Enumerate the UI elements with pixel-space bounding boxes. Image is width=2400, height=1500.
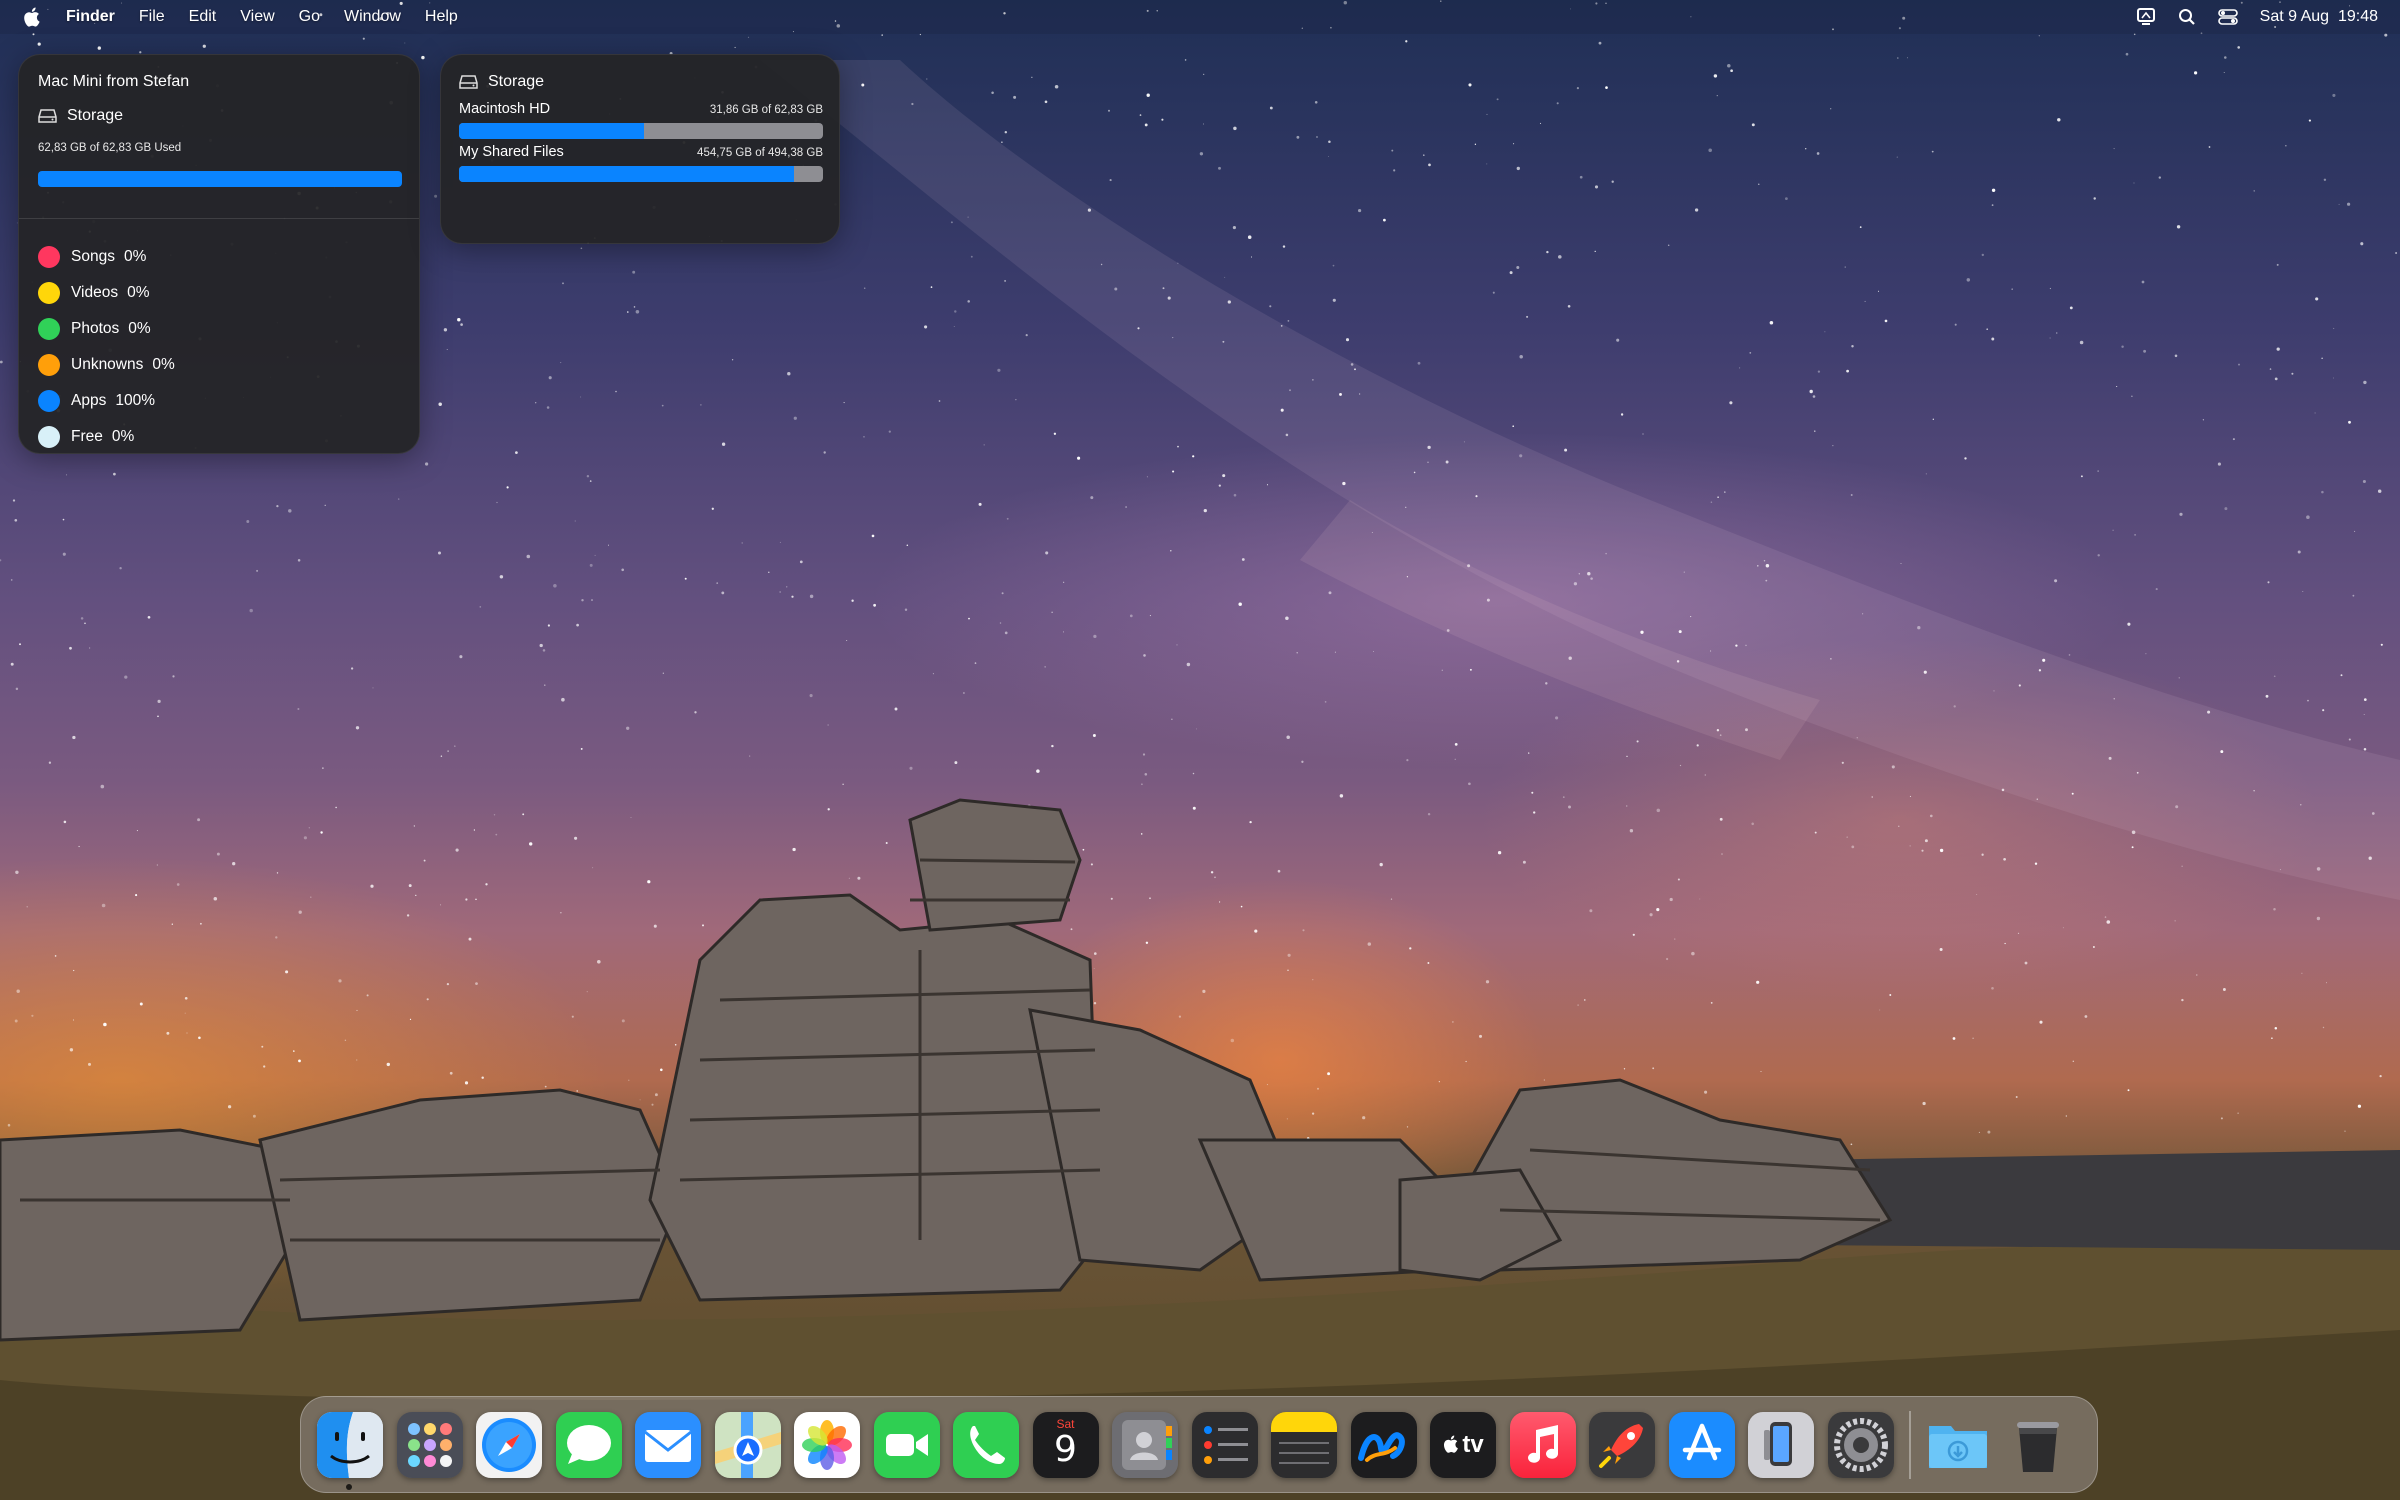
volume-amount: 454,75 GB of 494,38 GB <box>697 147 823 159</box>
menu-help[interactable]: Help <box>425 8 458 26</box>
legend-dot <box>38 390 60 412</box>
dock-tv-icon[interactable]: tv <box>1430 1411 1496 1478</box>
menubar-date[interactable]: Sat 9 Aug 19:48 <box>2260 8 2378 26</box>
dock-separator <box>1909 1410 1911 1479</box>
dock-facetime-icon[interactable] <box>873 1411 940 1478</box>
app-menu-finder[interactable]: Finder <box>66 8 115 26</box>
menu-go[interactable]: Go <box>299 8 320 26</box>
dock-downloads-folder-icon[interactable] <box>1925 1412 1991 1478</box>
drive-icon <box>459 75 478 89</box>
search-icon[interactable] <box>2178 8 2196 26</box>
dock-mail-icon[interactable] <box>635 1411 701 1478</box>
legend-item-apps: Apps 100% <box>38 383 175 419</box>
calendar-date: 9 <box>1054 1428 1077 1470</box>
dock-iphone-mirroring-icon[interactable] <box>1748 1411 1814 1478</box>
menu-window[interactable]: Window <box>344 8 401 26</box>
tv-label: tv <box>1462 1430 1484 1458</box>
dock-system-settings-icon[interactable] <box>1827 1411 1894 1478</box>
volume-amount: 31,86 GB of 62,83 GB <box>709 104 823 116</box>
dock-finder-icon[interactable] <box>317 1411 383 1478</box>
legend-dot <box>38 246 60 268</box>
legend-dot <box>38 354 60 376</box>
legend-value: 100% <box>115 392 155 409</box>
legend-value: 0% <box>152 356 175 373</box>
device-name: Mac Mini from Stefan <box>38 73 190 90</box>
volume-name: Macintosh HD <box>459 101 551 117</box>
legend-dot <box>38 282 60 304</box>
apple-icon <box>1444 1435 1459 1453</box>
dock-phone-icon[interactable] <box>953 1411 1019 1478</box>
control-center-icon[interactable] <box>2217 8 2238 26</box>
legend-value: 0% <box>128 320 151 337</box>
used-text: 62,83 GB of 62,83 GB Used <box>38 142 182 154</box>
menu-bar: Finder File Edit View Go Window Help Sat… <box>0 0 2400 34</box>
legend-label: Unknowns <box>71 356 144 373</box>
legend-item-videos: Videos 0% <box>38 275 175 311</box>
legend-label: Apps <box>71 392 107 409</box>
finder-running-indicator <box>346 1484 352 1490</box>
legend-dot <box>38 318 60 340</box>
dock-rocket-icon[interactable] <box>1589 1411 1655 1478</box>
legend-value: 0% <box>111 428 135 445</box>
storage-widget-volumes[interactable]: Storage Macintosh HD 31,86 GB of 62,83 G… <box>440 54 840 244</box>
legend-label: Videos <box>71 284 119 301</box>
legend-value: 0% <box>123 248 147 265</box>
legend-item-photos: Photos 0% <box>38 311 175 347</box>
dock-calendar-icon[interactable]: Sat 9 <box>1032 1411 1099 1478</box>
dock-photos-icon[interactable] <box>794 1411 860 1478</box>
display-icon[interactable] <box>2136 8 2156 26</box>
dock-launchpad-icon[interactable] <box>396 1411 463 1478</box>
dock-reminders-icon[interactable] <box>1191 1411 1258 1478</box>
menu-edit[interactable]: Edit <box>189 8 217 26</box>
dock-freeform-icon[interactable] <box>1350 1411 1417 1478</box>
storage-legend: Songs 0% Videos 0% Photos 0% Unknowns 0%… <box>38 239 175 455</box>
legend-dot <box>38 426 60 448</box>
volume-name: My Shared Files <box>459 144 564 160</box>
legend-item-unknowns: Unknowns 0% <box>38 347 175 383</box>
volume-macintosh-hd: Macintosh HD 31,86 GB of 62,83 GB <box>459 101 823 139</box>
drive-icon <box>38 109 57 123</box>
dock-messages-icon[interactable] <box>555 1411 622 1478</box>
legend-label: Songs <box>71 248 115 265</box>
volumes-header: Storage <box>459 73 544 91</box>
apple-icon[interactable] <box>22 7 40 27</box>
dock-maps-icon[interactable] <box>714 1411 781 1478</box>
volume-usage-fill <box>459 166 794 182</box>
dock-safari-icon[interactable] <box>476 1411 542 1478</box>
dock-trash-icon[interactable] <box>2005 1412 2071 1478</box>
legend-value: 0% <box>127 284 150 301</box>
legend-item-free: Free 0% <box>38 419 175 455</box>
legend-item-songs: Songs 0% <box>38 239 175 275</box>
storage-label: Storage <box>67 107 124 124</box>
dock-notes-icon[interactable] <box>1271 1411 1337 1478</box>
volumes-title: Storage <box>488 73 545 90</box>
date-text: Sat 9 Aug <box>2259 8 2330 25</box>
menu-view[interactable]: View <box>240 8 274 26</box>
dock-contacts-icon[interactable] <box>1112 1411 1178 1478</box>
legend-label: Photos <box>71 320 120 337</box>
time-text: 19:48 <box>2337 8 2378 25</box>
dock: Sat 9 tv <box>300 1396 2098 1493</box>
storage-header: Storage <box>38 107 123 125</box>
dock-app-store-icon[interactable] <box>1668 1411 1735 1478</box>
dock-music-icon[interactable] <box>1509 1411 1576 1478</box>
storage-usage-fill <box>38 171 402 187</box>
divider <box>19 218 419 219</box>
volume-usage-bar <box>459 123 823 139</box>
volume-my-shared-files: My Shared Files 454,75 GB of 494,38 GB <box>459 144 823 182</box>
legend-label: Free <box>71 428 103 445</box>
storage-widget-large[interactable]: Mac Mini from Stefan Storage 62,83 GB of… <box>18 54 420 454</box>
volume-usage-fill <box>459 123 644 139</box>
volume-usage-bar <box>459 166 823 182</box>
menu-file[interactable]: File <box>139 8 165 26</box>
storage-usage-bar <box>38 171 402 187</box>
